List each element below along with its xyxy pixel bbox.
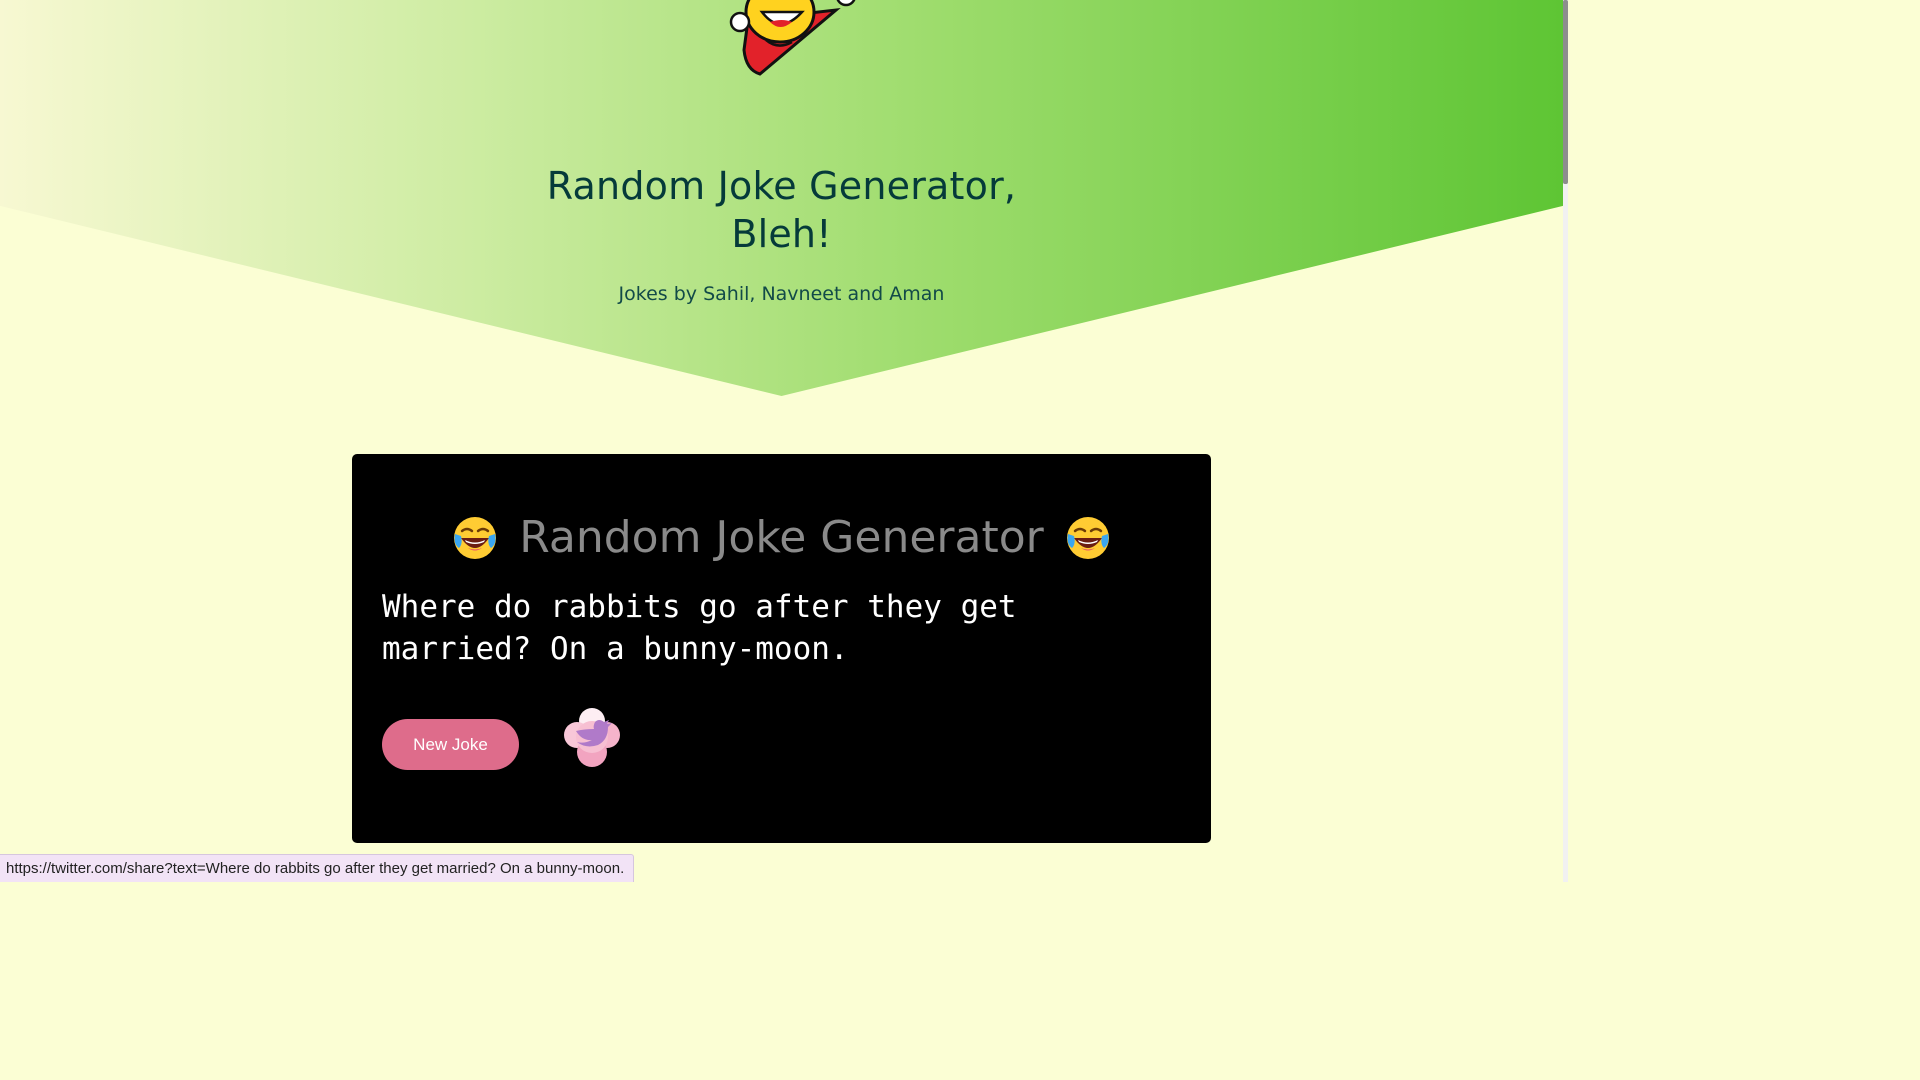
twitter-bird-icon[interactable] [562, 707, 622, 769]
card-title: Random Joke Generator [519, 512, 1044, 563]
joke-card: Random Joke Generator Where do rabbits g… [352, 454, 1211, 843]
page-title-text: Random Joke Generator, Bleh! [546, 164, 1017, 256]
scrollbar-thumb[interactable] [1563, 0, 1568, 184]
joke-text: Where do rabbits go after they get marri… [382, 589, 1017, 667]
face-with-tears-of-joy-icon [454, 517, 497, 559]
mascot-logo [729, 0, 856, 76]
page-subtitle: Jokes by Sahil, Navneet and Aman [618, 283, 945, 305]
page: Random Joke Generator, Bleh! Jokes by Sa… [0, 0, 1568, 882]
status-bar-url: https://twitter.com/share?text=Where do … [0, 854, 635, 882]
scrollbar-track[interactable] [1563, 0, 1568, 882]
new-joke-button[interactable]: New Joke [382, 719, 519, 770]
face-with-tears-of-joy-icon [1066, 517, 1109, 559]
page-title: Random Joke Generator, Bleh! [0, 162, 1563, 258]
card-heading: Random Joke Generator [352, 510, 1211, 566]
